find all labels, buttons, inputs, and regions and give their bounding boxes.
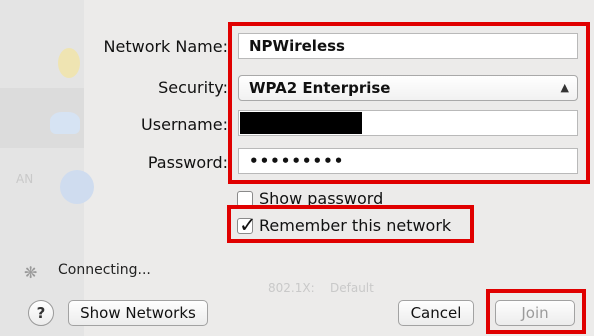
- network-name-label: Network Name:: [103, 37, 228, 56]
- highlight-form-fields: [228, 22, 590, 184]
- cancel-button[interactable]: Cancel: [398, 300, 474, 326]
- highlight-remember-network: [227, 205, 474, 243]
- security-label: Security:: [158, 78, 228, 97]
- username-label: Username:: [141, 115, 228, 134]
- password-label: Password:: [147, 153, 228, 172]
- help-button[interactable]: ?: [28, 300, 54, 326]
- show-networks-button[interactable]: Show Networks: [68, 300, 208, 326]
- highlight-join-button: [486, 289, 586, 334]
- connecting-status: Connecting...: [58, 262, 151, 278]
- background-label: 802.1X:: [268, 281, 315, 295]
- spinner-icon: ❋: [24, 263, 38, 282]
- background-label: Default: [330, 281, 374, 295]
- background-bluetooth-icon: [60, 170, 94, 204]
- background-label: AN: [16, 172, 34, 186]
